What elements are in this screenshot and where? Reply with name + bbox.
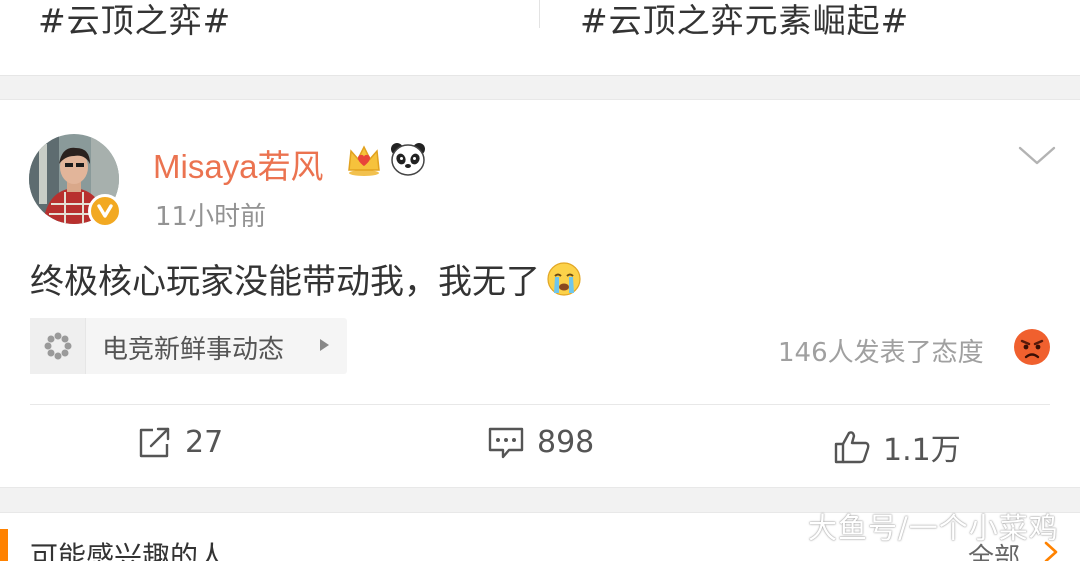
like-button[interactable]: 1.1万 [833, 425, 961, 469]
repost-icon [139, 427, 170, 457]
verified-badge-icon [88, 194, 122, 228]
recommend-title: 可能感兴趣的人 [30, 540, 227, 561]
user-name[interactable]: Misaya若风 [153, 140, 324, 188]
post-text: 终极核心玩家没能带动我，我无了 [30, 254, 582, 303]
crying-emoji-icon [546, 261, 582, 297]
topic-link-left[interactable]: #云顶之弈# [38, 0, 231, 42]
chevron-down-icon[interactable] [1018, 144, 1056, 168]
accent-bar [0, 529, 8, 561]
panda-icon[interactable] [389, 141, 427, 177]
crown-icon[interactable] [345, 142, 383, 178]
topic-tag-link[interactable]: 电竞新鲜事动态 [30, 318, 347, 374]
play-arrow-icon [320, 339, 329, 351]
topic-link-right[interactable]: #云顶之弈元素崛起# [580, 0, 909, 42]
post-card: Misaya若风 11小时前 终极核心玩家没能带动我，我无了 电竞新鲜事动态 1… [0, 99, 1080, 488]
post-text-content: 终极核心玩家没能带动我，我无了 [30, 262, 540, 302]
topic-bar: #云顶之弈# #云顶之弈元素崛起# [0, 0, 1080, 76]
like-icon [834, 431, 870, 464]
topic-tag-label: 电竞新鲜事动态 [102, 335, 285, 365]
post-time: 11小时前 [155, 202, 267, 232]
repost-button[interactable]: 27 [137, 425, 223, 460]
action-divider [30, 404, 1050, 405]
comment-button[interactable]: 898 [487, 425, 594, 460]
topic-divider [539, 0, 540, 28]
comment-icon [488, 427, 524, 458]
like-count: 1.1万 [883, 433, 961, 468]
watermark: 大鱼号/一个小菜鸡 [808, 511, 1059, 545]
comment-count: 898 [537, 425, 595, 460]
spinner-icon [30, 318, 86, 374]
attitude-count[interactable]: 146人发表了态度 [778, 332, 984, 369]
angry-emoji-icon[interactable] [1013, 328, 1051, 366]
repost-count: 27 [185, 425, 224, 460]
